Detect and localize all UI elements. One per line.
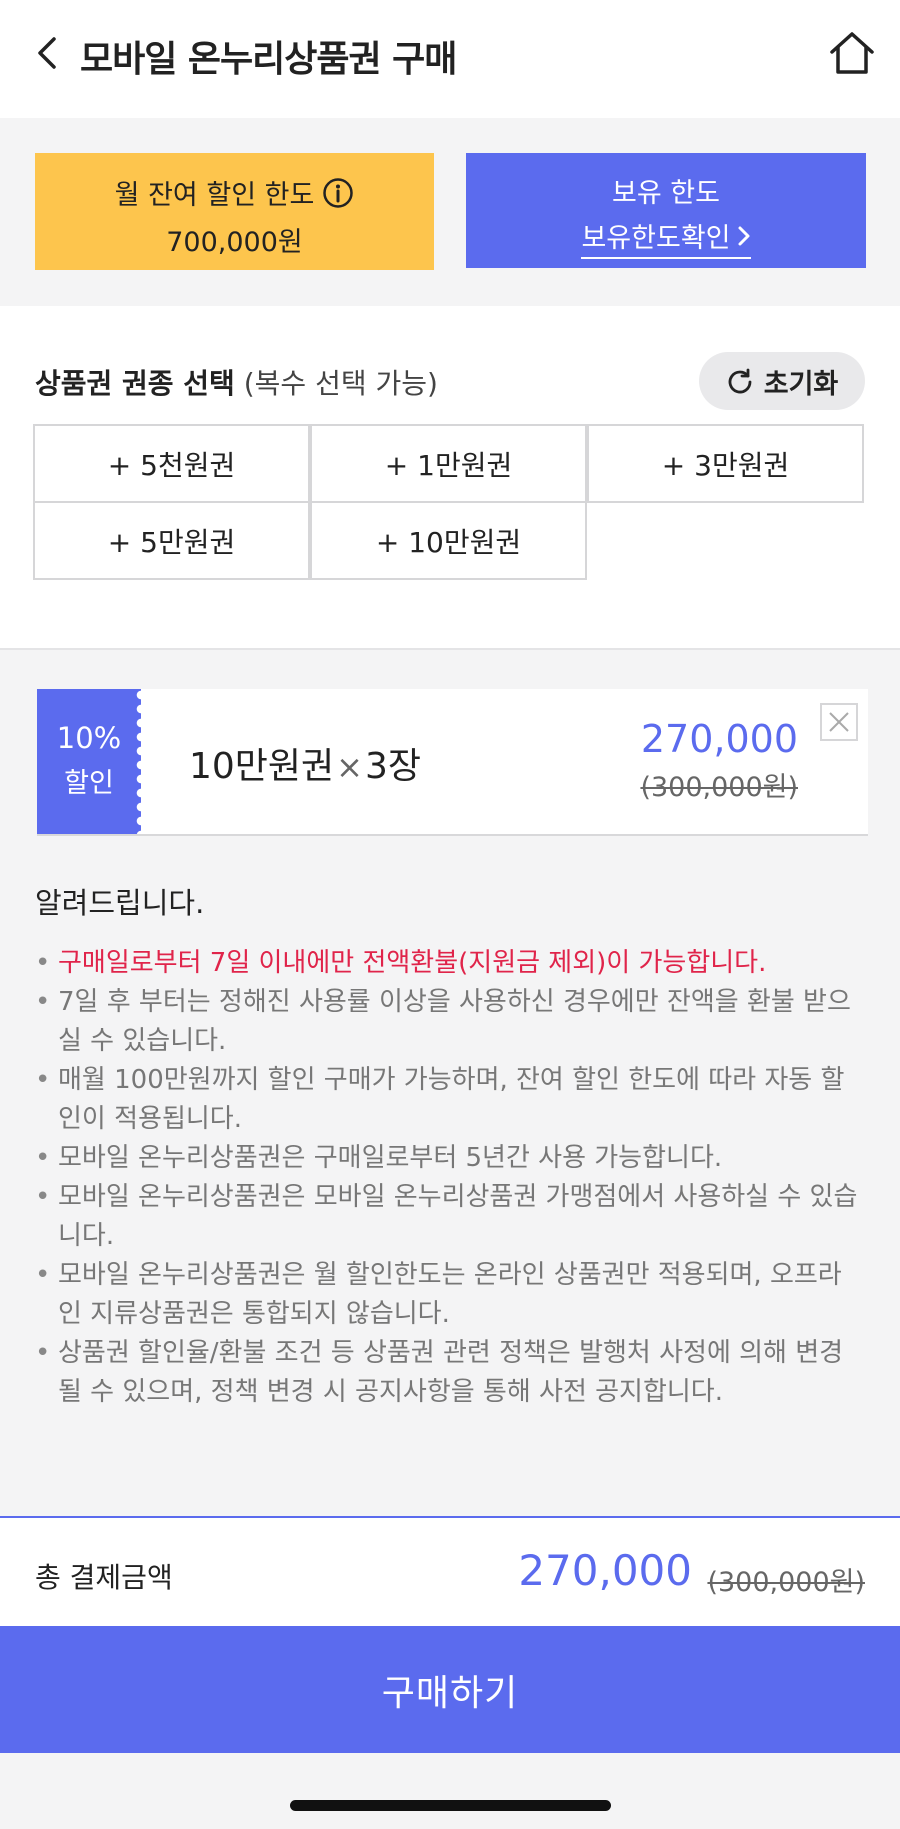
notice-item: 7일 후 부터는 정해진 사용률 이상을 사용하신 경우에만 잔액을 환불 받으… bbox=[35, 983, 865, 1061]
reset-label: 초기화 bbox=[763, 368, 839, 400]
total-amount: 270,000 bbox=[518, 1546, 692, 1595]
refresh-icon bbox=[728, 368, 752, 394]
ticket-notch bbox=[135, 689, 147, 834]
purchase-button[interactable]: 구매하기 bbox=[0, 1626, 900, 1753]
notice-item: 모바일 온누리상품권은 월 할인한도는 온라인 상품권만 적용되며, 오프라인 … bbox=[35, 1256, 865, 1334]
notice-item: 구매일로부터 7일 이내에만 전액환불(지원금 제외)이 가능합니다. bbox=[35, 944, 865, 983]
item-original-price: (300,000원) bbox=[640, 772, 798, 803]
selection-title: 상품권 권종 선택 (복수 선택 가능) bbox=[35, 362, 438, 402]
total-original-amount: (300,000원) bbox=[707, 1567, 865, 1598]
option-30k[interactable]: + 3만원권 bbox=[587, 424, 864, 503]
total-bar: 총 결제금액 270,000 (300,000원) bbox=[0, 1516, 900, 1626]
item-description: 10만원권×3장 bbox=[189, 737, 421, 789]
info-icon[interactable] bbox=[322, 177, 354, 209]
item-times: × bbox=[336, 748, 363, 786]
cart-item: 10% 할인 10만원권×3장 270,000 (300,000원) bbox=[37, 689, 868, 836]
held-limit-link[interactable]: 보유한도확인 bbox=[581, 216, 751, 259]
monthly-limit-label: 월 잔여 할인 한도 bbox=[114, 180, 315, 211]
page-title: 모바일 온누리상품권 구매 bbox=[80, 39, 457, 80]
reset-button[interactable]: 초기화 bbox=[699, 352, 865, 410]
home-indicator bbox=[290, 1800, 611, 1811]
discount-percent: 10% bbox=[56, 721, 122, 755]
notice-item: 모바일 온누리상품권은 구매일로부터 5년간 사용 가능합니다. bbox=[35, 1139, 865, 1178]
held-limit-label: 보유 한도 bbox=[612, 178, 720, 209]
monthly-limit-card: 월 잔여 할인 한도 700,000원 bbox=[35, 153, 434, 270]
limit-section: 월 잔여 할인 한도 700,000원 보유 한도 보유한도확인 bbox=[0, 118, 900, 306]
notice-title: 알려드립니다. bbox=[35, 886, 205, 920]
notice-list: 구매일로부터 7일 이내에만 전액환불(지원금 제외)이 가능합니다. 7일 후… bbox=[35, 944, 865, 1412]
total-label: 총 결제금액 bbox=[35, 1561, 173, 1594]
notice-item: 모바일 온누리상품권은 모바일 온누리상품권 가맹점에서 사용하실 수 있습니다… bbox=[35, 1178, 865, 1256]
home-button[interactable] bbox=[828, 30, 876, 76]
notice-item: 매월 100만원까지 할인 구매가 가능하며, 잔여 할인 한도에 따라 자동 … bbox=[35, 1061, 865, 1139]
option-50k[interactable]: + 5만원권 bbox=[33, 501, 310, 580]
discount-badge: 10% 할인 bbox=[37, 689, 147, 834]
chevron-left-icon bbox=[38, 37, 56, 69]
home-icon bbox=[830, 32, 874, 74]
held-limit-link-text: 보유한도확인 bbox=[581, 223, 731, 254]
back-button[interactable] bbox=[30, 33, 70, 73]
item-price: 270,000 bbox=[640, 717, 798, 761]
notice-section: 알려드립니다. 구매일로부터 7일 이내에만 전액환불(지원금 제외)이 가능합… bbox=[35, 880, 865, 1412]
notice-item: 상품권 할인율/환불 조건 등 상품권 관련 정책은 발행처 사정에 의해 변경… bbox=[35, 1334, 865, 1412]
discount-label: 할인 bbox=[64, 768, 114, 799]
held-limit-card[interactable]: 보유 한도 보유한도확인 bbox=[466, 153, 866, 268]
remove-item-button[interactable] bbox=[820, 703, 858, 741]
option-100k[interactable]: + 10만원권 bbox=[310, 501, 587, 580]
option-10k[interactable]: + 1만원권 bbox=[310, 424, 587, 503]
app-header: 모바일 온누리상품권 구매 bbox=[0, 0, 900, 118]
chevron-right-icon bbox=[738, 226, 750, 245]
monthly-limit-value: 700,000원 bbox=[166, 227, 303, 258]
selection-title-sub: (복수 선택 가능) bbox=[243, 367, 438, 400]
selection-title-main: 상품권 권종 선택 bbox=[35, 367, 235, 400]
close-icon bbox=[829, 712, 849, 732]
option-5k[interactable]: + 5천원권 bbox=[33, 424, 310, 503]
item-quantity: 3장 bbox=[364, 746, 422, 787]
item-name: 10만원권 bbox=[189, 746, 335, 787]
voucher-selection: 상품권 권종 선택 (복수 선택 가능) 초기화 + 5천원권 + 1만원권 +… bbox=[0, 306, 900, 650]
